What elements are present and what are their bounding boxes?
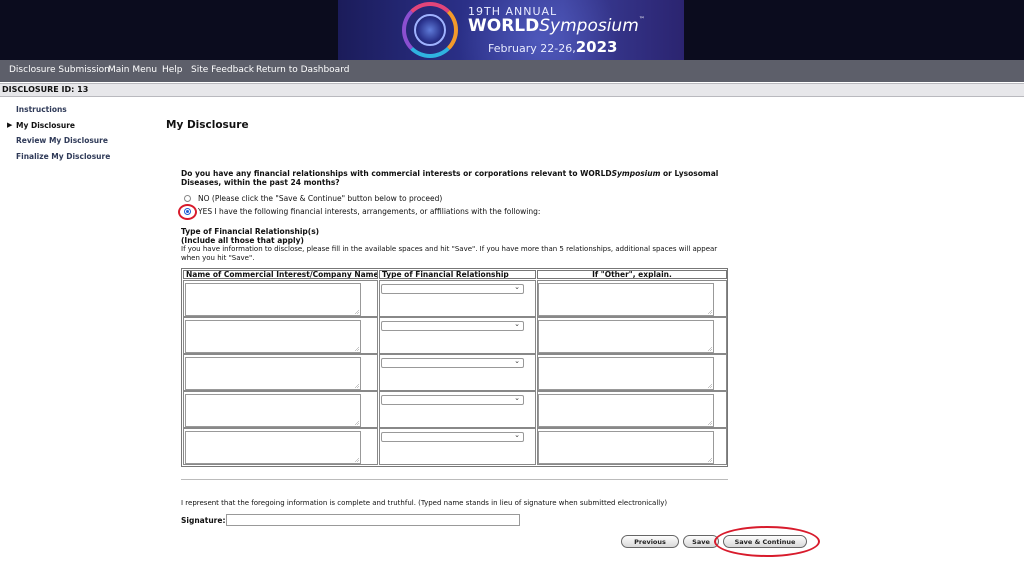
relationship-type-select[interactable]: ⌄	[381, 357, 524, 368]
chevron-down-icon: ⌄	[514, 320, 520, 328]
radio-no[interactable]	[184, 195, 191, 202]
other-explain-input[interactable]	[538, 431, 714, 464]
banner-brand: WORLDSymposium™	[468, 16, 645, 36]
sidebar-item-finalize[interactable]: Finalize My Disclosure	[16, 152, 110, 161]
nav-disclosure-submission[interactable]: Disclosure Submission	[9, 65, 110, 75]
cell-emblem	[414, 14, 446, 46]
relationship-type-select[interactable]: ⌄	[381, 320, 524, 331]
radio-yes-label: YES I have the following financial inter…	[198, 207, 541, 216]
chevron-down-icon: ⌄	[514, 394, 520, 402]
page-title: My Disclosure	[166, 119, 249, 131]
relationships-table: Name of Commercial Interest/Company Name…	[181, 268, 728, 467]
other-explain-input[interactable]	[538, 283, 714, 316]
sidebar-item-my-disclosure[interactable]: My Disclosure	[16, 121, 75, 130]
company-input[interactable]	[185, 394, 361, 427]
top-nav: Disclosure Submission Main Menu Help Sit…	[0, 60, 1024, 82]
current-page-icon: ▶	[7, 121, 13, 129]
other-explain-input[interactable]	[538, 394, 714, 427]
divider	[181, 479, 728, 480]
relationship-type-select[interactable]: ⌄	[381, 431, 524, 442]
nav-main-menu[interactable]: Main Menu	[108, 65, 157, 75]
radio-no-label: NO (Please click the "Save & Continue" b…	[198, 194, 443, 203]
highlight-circle	[178, 204, 197, 220]
sidebar-item-review[interactable]: Review My Disclosure	[16, 136, 108, 145]
column-header-type: Type of Financial Relationship	[379, 270, 536, 279]
relationships-heading: Type of Financial Relationship(s) (Inclu…	[181, 227, 320, 245]
column-header-company: Name of Commercial Interest/Company Name	[183, 270, 378, 279]
nav-site-feedback[interactable]: Site Feedback	[191, 65, 254, 75]
previous-button[interactable]: Previous	[621, 535, 679, 548]
attestation-text: I represent that the foregoing informati…	[181, 499, 668, 507]
company-input[interactable]	[185, 320, 361, 353]
relationship-type-select[interactable]: ⌄	[381, 283, 524, 294]
relationships-description: If you have information to disclose, ple…	[181, 245, 718, 262]
chevron-down-icon: ⌄	[514, 431, 520, 439]
nav-help[interactable]: Help	[162, 65, 183, 75]
chevron-down-icon: ⌄	[514, 357, 520, 365]
header-banner: 19TH ANNUAL WORLDSymposium™ February 22-…	[0, 0, 1024, 60]
nav-return-dashboard[interactable]: Return to Dashboard	[256, 65, 349, 75]
chevron-down-icon: ⌄	[514, 283, 520, 291]
column-header-other: If "Other", explain.	[537, 270, 727, 279]
banner-dates: February 22-26,2023	[488, 38, 618, 56]
sidebar-item-instructions[interactable]: Instructions	[16, 105, 67, 114]
signature-input[interactable]	[226, 514, 520, 526]
company-input[interactable]	[185, 283, 361, 316]
symposium-logo-banner: 19TH ANNUAL WORLDSymposium™ February 22-…	[338, 0, 684, 60]
other-explain-input[interactable]	[538, 357, 714, 390]
disclosure-id: DISCLOSURE ID: 13	[2, 85, 89, 94]
other-explain-input[interactable]	[538, 320, 714, 353]
financial-question: Do you have any financial relationships …	[181, 169, 719, 187]
highlight-circle	[714, 526, 820, 557]
relationship-type-select[interactable]: ⌄	[381, 394, 524, 405]
company-input[interactable]	[185, 357, 361, 390]
disclosure-id-bar: DISCLOSURE ID: 13	[0, 83, 1024, 97]
company-input[interactable]	[185, 431, 361, 464]
symposium-ring-logo	[402, 2, 458, 58]
signature-label: Signature:	[181, 516, 226, 525]
